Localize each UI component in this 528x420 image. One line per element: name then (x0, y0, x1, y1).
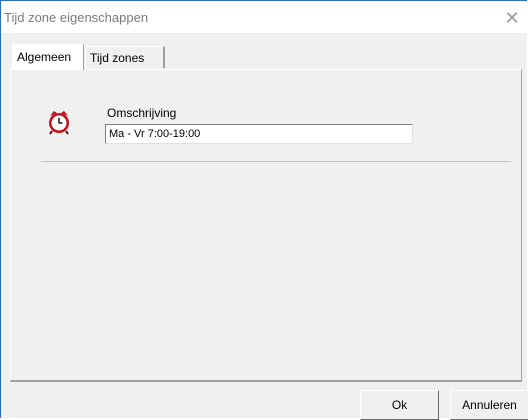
properties-dialog: Tijd zone eigenschappen ✕ Algemeen Tijd … (0, 0, 528, 420)
title-bar: Tijd zone eigenschappen ✕ (1, 1, 528, 33)
window-title: Tijd zone eigenschappen (4, 10, 149, 25)
tab-algemeen[interactable]: Algemeen (12, 44, 84, 70)
close-icon[interactable]: ✕ (501, 7, 523, 29)
cancel-button[interactable]: Annuleren (450, 390, 528, 420)
alarm-clock-icon (47, 109, 71, 135)
section-divider (41, 161, 511, 162)
footer-divider (10, 381, 522, 382)
description-label: Omschrijving (107, 106, 177, 120)
tab-tijd-zones[interactable]: Tijd zones (85, 46, 165, 68)
tab-panel-general (10, 69, 522, 381)
description-input[interactable] (105, 124, 413, 144)
ok-button[interactable]: Ok (360, 390, 439, 420)
